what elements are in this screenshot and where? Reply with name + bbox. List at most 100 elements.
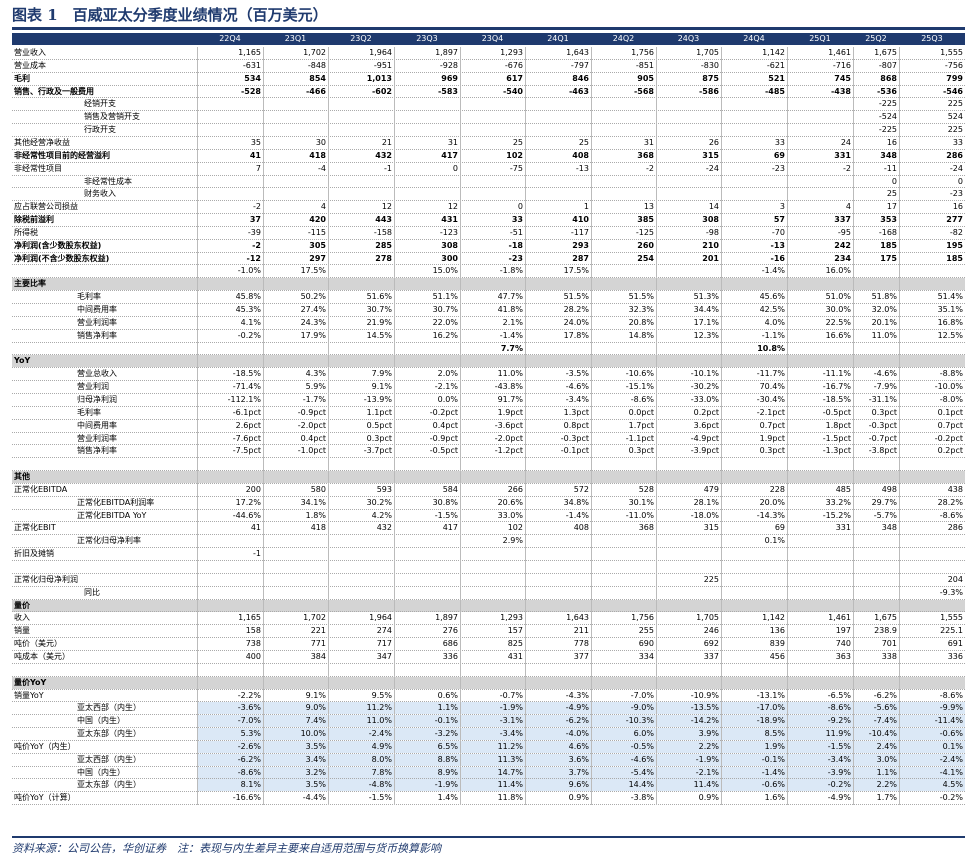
cell-25q3: -10.0% [934,382,963,392]
cell-24q2: -8.6% [630,394,654,404]
cell-22q4: -6.2% [197,753,263,766]
cell-25q3: -8.0% [939,394,963,404]
row-label: 量价YoY [14,677,47,687]
cell-25q3 [899,600,965,612]
cell-23q2: 274 [376,626,392,636]
cell-22q4: 2.6pct [235,420,261,430]
cell-23q4: 2.1% [502,317,523,327]
table-row: 营业总收入 -18.5% 4.3% 7.9% 2.0% 11.0% -3.5% -10.6% -… [12,368,965,380]
quarter-header-25q2: 25Q2 [865,34,887,43]
cell-23q2: 7.8% [328,766,394,779]
cell-23q1: 27.4% [300,305,326,314]
cell-23q2 [328,176,394,188]
cell-23q2: -951 [373,60,392,70]
cell-23q3 [394,535,460,547]
cell-23q4: 1.9pct [497,407,523,417]
cell-24q3 [656,265,721,277]
table-row: 吨价（美元） 738 771 717 686 825 778 690 692 839 740 701 6… [12,638,965,650]
cell-22q4: -8.6% [197,766,263,779]
cell-24q4: -1.4% [721,766,787,779]
cell-22q4: 4.1% [240,317,261,327]
row-label: 中间费用率 [77,305,117,314]
cell-24q2 [591,98,656,110]
column-divider [525,47,526,806]
cell-25q1: -3.4% [787,753,853,766]
cell-23q2 [328,561,394,573]
row-divider [12,804,965,806]
cell-25q1: 337 [834,215,851,225]
cell-23q2 [328,98,394,110]
cell-23q2 [328,188,394,200]
cell-22q4 [197,600,263,612]
row-label: 正常化EBITDA [14,484,68,494]
cell-25q1: -11.1% [822,369,851,379]
cell-23q3 [394,458,460,470]
cell-24q4: -0.1% [721,753,787,766]
cell-25q3: 51.4% [937,292,963,302]
cell-25q2: 348 [881,523,897,533]
cell-24q1 [525,176,591,188]
cell-25q1: -1.5% [787,740,853,753]
cell-23q3: -928 [439,60,458,70]
cell-24q2: -0.5% [591,740,656,753]
table-row: 正常化EBITDA 200 580 593 584 266 572 528 479 228 485 4… [12,484,965,496]
cell-25q2 [853,574,899,586]
cell-24q3: 315 [702,150,719,160]
cell-23q3: 0.4pct [432,420,458,430]
cell-25q2 [853,535,899,547]
row-label: 吨价YoY（计算） [14,793,76,803]
cell-23q4: -43.8% [494,382,523,392]
cell-22q4: 7 [255,163,261,173]
cell-24q3 [656,561,721,573]
cell-23q4: 157 [507,626,523,636]
cell-24q1 [525,111,591,123]
cell-25q2: -807 [878,60,897,70]
cell-22q4: -16.6% [232,793,261,803]
source-note: 资料来源：公司公告，华创证券 注：表现与内生差异主要来自适用范围与货币换算影响 [12,842,441,855]
cell-24q4: 0.3pct [759,446,785,456]
row-label: 其他 [14,472,30,482]
cell-23q4 [460,176,525,188]
cell-23q4: 825 [507,639,523,649]
table-row: 营业利润 -71.4% 5.9% 9.1% -2.1% -43.8% -4.6% -15.1%… [12,381,965,393]
cell-24q1 [525,664,591,676]
cell-24q3: 26 [708,137,719,147]
cell-24q2: 368 [638,523,654,533]
cell-23q1: -4 [318,163,326,173]
cell-23q4: 47.7% [497,292,523,302]
cell-24q1: 572 [573,484,589,494]
cell-23q1: 10.0% [263,728,328,741]
cell-23q3: 22.0% [432,317,458,327]
row-label: 收入 [14,613,30,623]
cell-23q4 [460,561,525,573]
cell-24q4: -16 [770,253,785,263]
cell-23q3 [394,355,460,367]
cell-22q4 [197,343,263,355]
cell-23q4 [460,188,525,200]
cell-24q3 [656,124,721,136]
cell-23q1: 34.1% [300,497,326,507]
cell-23q3: 6.5% [394,740,460,753]
cell-23q2 [328,278,394,290]
cell-24q3 [656,278,721,290]
cell-23q4: -3.4% [460,728,525,741]
cell-23q3: 2.0% [437,369,458,379]
row-label: 归母净利润 [77,394,117,404]
cell-24q2: -5.4% [591,766,656,779]
row-label: 营业利润率 [77,317,117,327]
cell-23q4 [460,124,525,136]
cell-24q4: -18.9% [721,715,787,728]
cell-24q2 [591,587,656,599]
cell-25q1 [787,548,853,560]
cell-25q2: -6.2% [873,690,897,700]
cell-24q2: 6.0% [591,728,656,741]
cell-22q4 [197,664,263,676]
cell-24q4: 521 [768,73,785,83]
cell-25q2 [853,664,899,676]
cell-25q3: 524 [947,112,963,122]
cell-25q1: 1.8pct [825,420,851,430]
cell-24q1: -0.1pct [560,446,589,456]
table-row: 中间费用率 45.3% 27.4% 30.7% 30.7% 41.8% 28.2% 32.3%… [12,304,965,316]
cell-23q1: 5.9% [305,382,326,392]
cell-23q1 [263,458,328,470]
